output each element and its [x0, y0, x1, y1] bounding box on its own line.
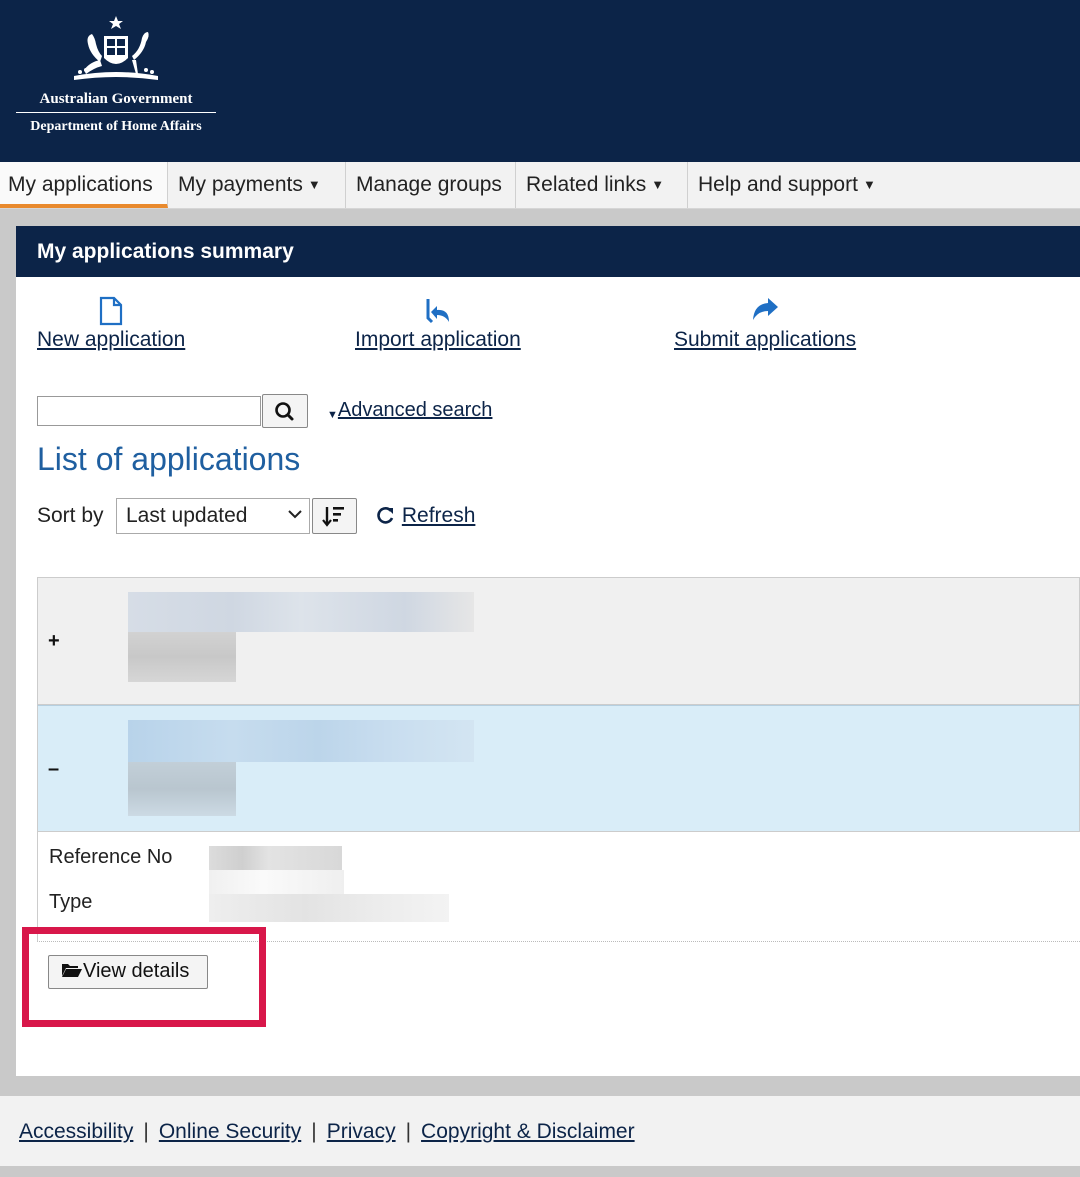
refresh-label: Refresh	[401, 504, 476, 527]
application-row-expanded[interactable]: –	[37, 705, 1080, 832]
sort-descending-icon	[322, 507, 344, 527]
redacted-type-value	[209, 870, 344, 894]
footer-separator: |	[143, 1120, 149, 1143]
type-label: Type	[49, 891, 93, 913]
view-details-label: View details	[83, 960, 190, 982]
nav-label: Manage groups	[356, 173, 502, 196]
footer-link-accessibility[interactable]: Accessibility	[19, 1120, 133, 1143]
applications-panel: My applications summary New application …	[16, 226, 1080, 1076]
footer-link-online-security[interactable]: Online Security	[159, 1120, 301, 1143]
refresh-icon	[376, 504, 402, 527]
expand-toggle[interactable]: +	[48, 630, 60, 653]
sort-direction-button[interactable]	[312, 498, 357, 534]
chevron-down-icon	[287, 498, 303, 541]
sort-value: Last updated	[126, 504, 248, 527]
panel-header: My applications summary	[16, 226, 1080, 277]
import-application-link[interactable]: Import application	[355, 296, 521, 352]
nav-label: Help and support	[698, 173, 858, 196]
reference-no-label: Reference No	[49, 846, 173, 868]
search-input[interactable]	[37, 396, 261, 426]
site-header: Australian Government Department of Home…	[0, 0, 1080, 162]
sort-label: Sort by	[37, 504, 104, 527]
search-icon	[275, 402, 294, 421]
header-divider	[16, 112, 216, 113]
collapse-toggle[interactable]: –	[48, 758, 59, 781]
new-application-label: New application	[37, 328, 186, 351]
site-footer: Accessibility | Online Security | Privacy | Co…	[0, 1096, 1080, 1166]
redacted-reference-value	[209, 846, 342, 872]
application-details: Reference No Type	[37, 832, 1080, 942]
nav-my-applications[interactable]: My applications	[0, 162, 168, 208]
list-title: List of applications	[37, 441, 301, 477]
panel-title: My applications summary	[37, 240, 294, 263]
document-icon	[100, 296, 123, 326]
folder-open-icon	[62, 964, 82, 977]
refresh-link[interactable]: Refresh	[376, 504, 475, 528]
main-nav: My applications My payments ▼ Manage grou…	[0, 162, 1080, 209]
view-details-button[interactable]: View details	[48, 955, 208, 989]
nav-help-and-support[interactable]: Help and support ▼	[688, 162, 1080, 208]
advanced-search-label: Advanced search	[337, 399, 493, 421]
sort-by-select[interactable]: Last updated	[116, 498, 310, 534]
footer-separator: |	[311, 1120, 317, 1143]
import-arrow-icon	[426, 299, 449, 324]
advanced-search-link[interactable]: ▼Advanced search	[327, 399, 492, 422]
caret-down-icon: ▼	[651, 177, 665, 192]
share-arrow-icon	[753, 298, 779, 320]
import-application-label: Import application	[355, 328, 521, 351]
nav-label: My payments	[178, 173, 303, 196]
redacted-application-info	[128, 720, 474, 816]
search-button[interactable]	[262, 394, 308, 428]
submit-applications-label: Submit applications	[674, 328, 857, 351]
nav-related-links[interactable]: Related links ▼	[516, 162, 688, 208]
footer-links: Accessibility | Online Security | Privacy | Co…	[19, 1120, 635, 1144]
footer-separator: |	[405, 1120, 412, 1143]
new-application-link[interactable]: New application	[37, 296, 185, 352]
nav-label: Related links	[526, 173, 647, 196]
footer-link-copyright-disclaimer[interactable]: Copyright & Disclaimer	[421, 1120, 635, 1143]
nav-manage-groups[interactable]: Manage groups	[346, 162, 516, 208]
redacted-application-info	[128, 592, 474, 682]
department-name: Department of Home Affairs	[30, 119, 202, 134]
caret-down-icon: ▼	[862, 177, 876, 192]
government-name: Australian Government	[39, 91, 193, 107]
footer-link-privacy[interactable]: Privacy	[327, 1120, 396, 1143]
nav-label: My applications	[8, 173, 153, 196]
caret-down-icon: ▼	[327, 409, 338, 421]
nav-my-payments[interactable]: My payments ▼	[168, 162, 346, 208]
coat-of-arms-icon	[74, 16, 158, 80]
caret-down-icon: ▼	[307, 177, 321, 192]
submit-applications-link[interactable]: Submit applications	[674, 296, 856, 352]
redacted-type-value	[209, 894, 449, 922]
application-row[interactable]: +	[37, 577, 1080, 705]
